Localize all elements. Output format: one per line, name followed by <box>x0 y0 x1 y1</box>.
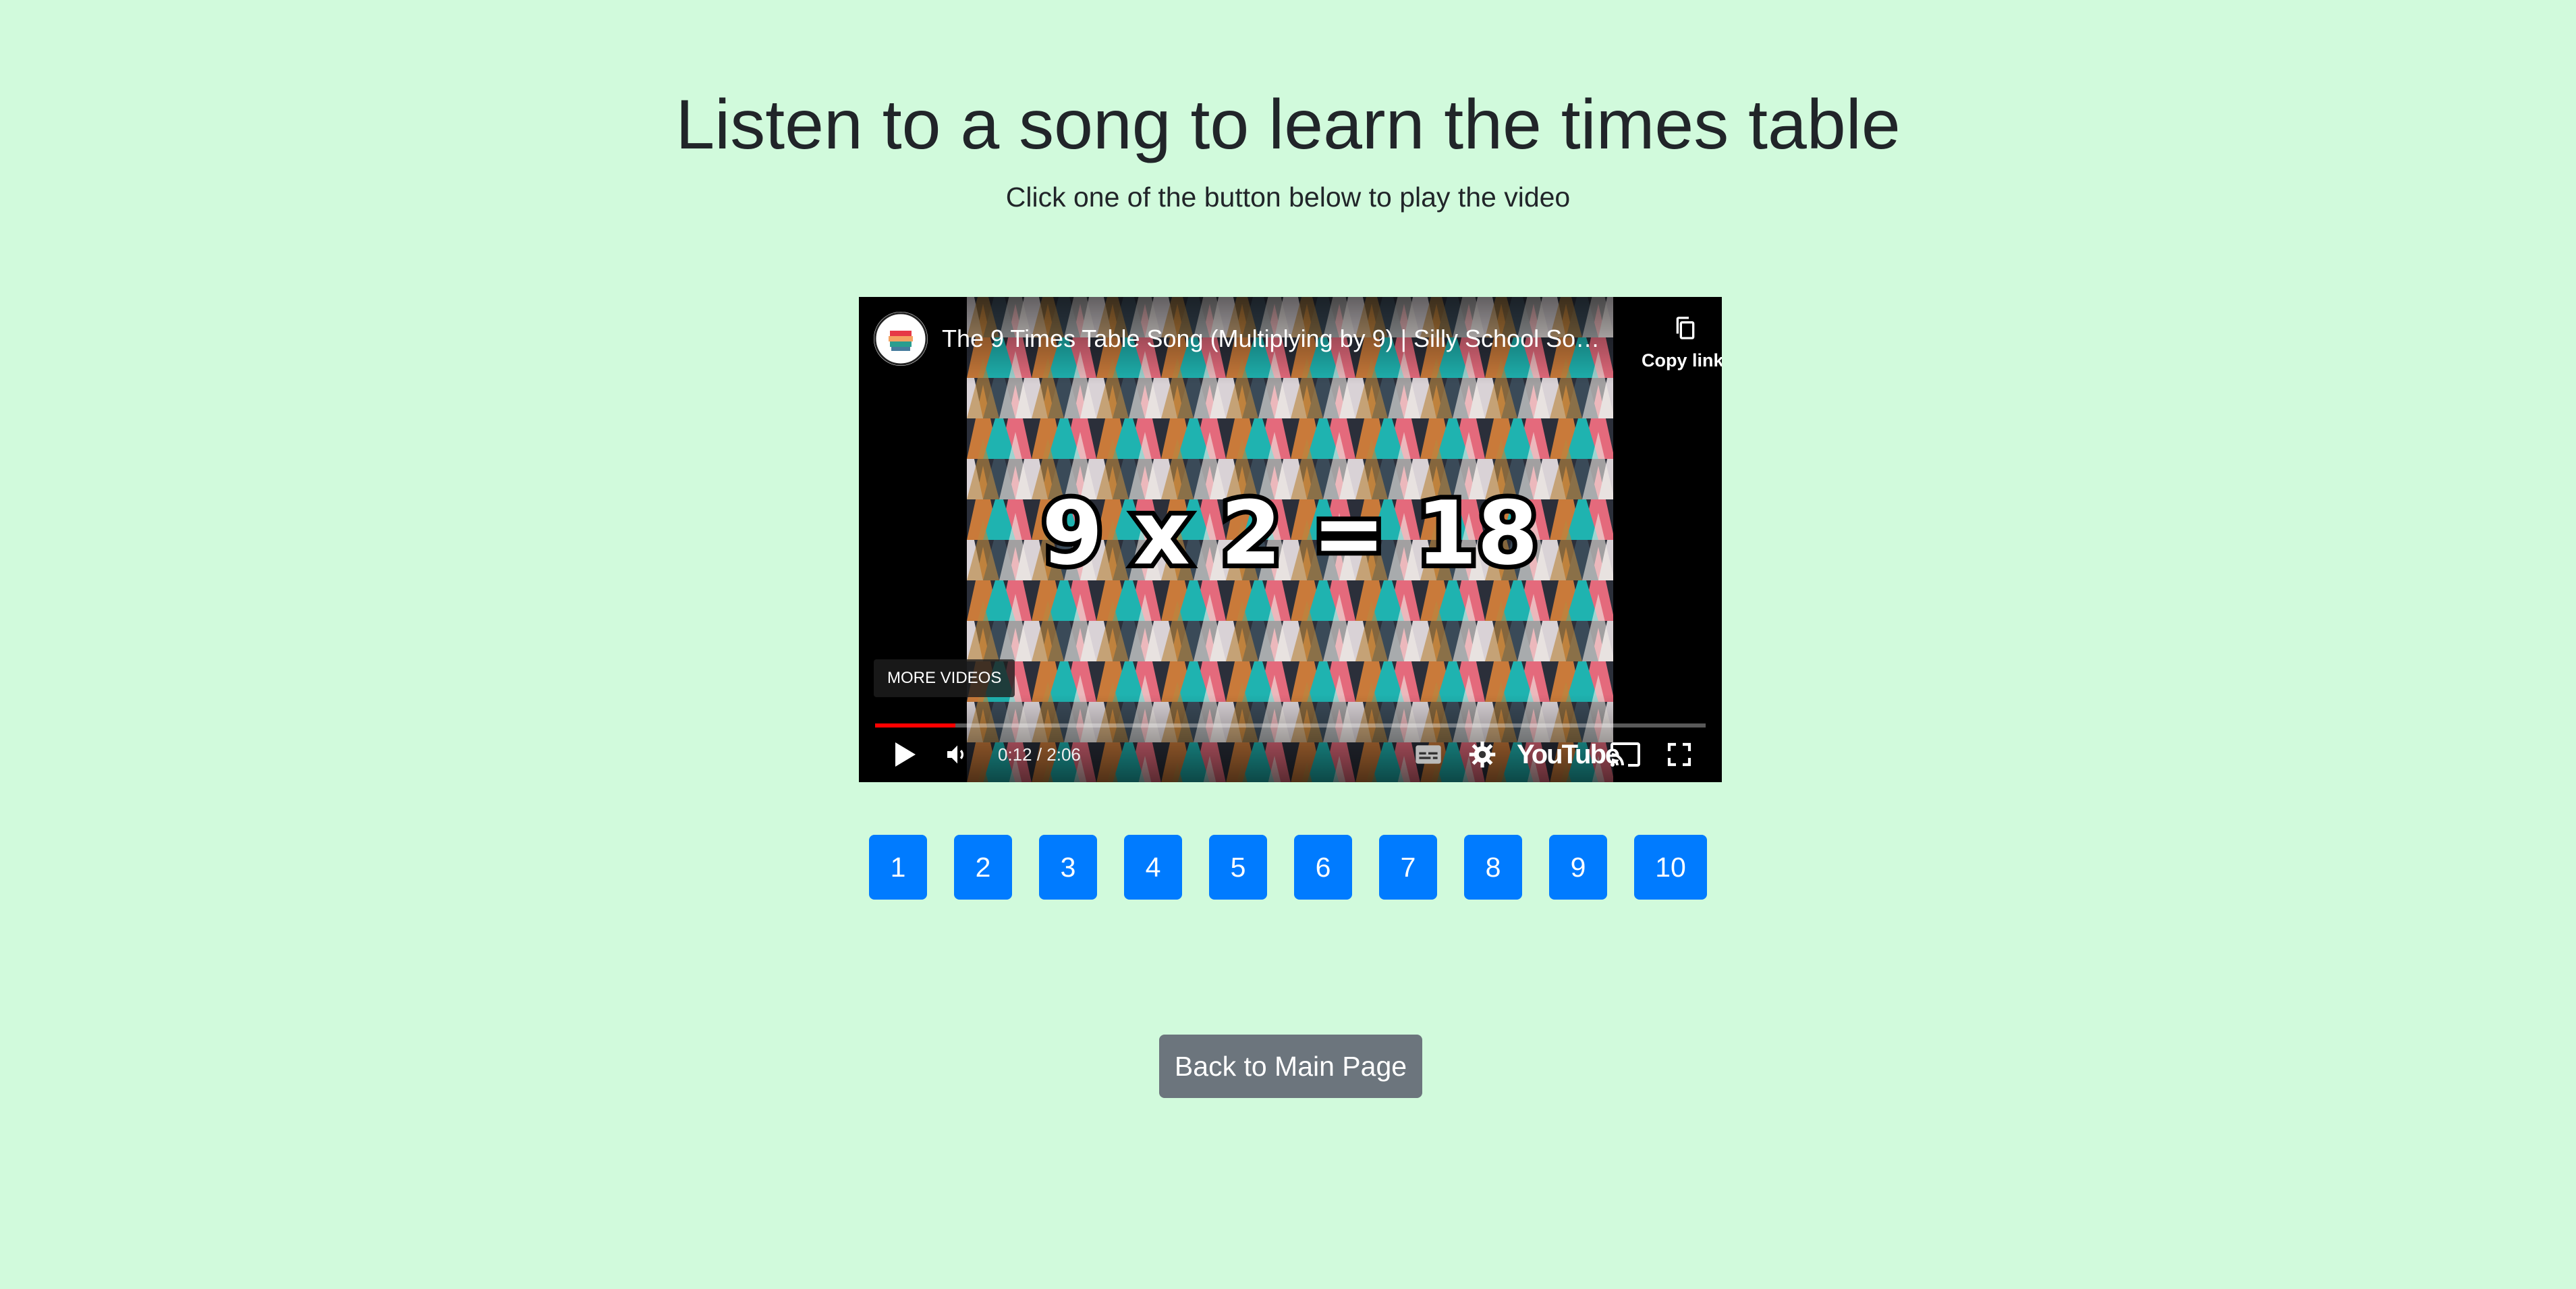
play-icon <box>895 742 916 767</box>
times-table-button-4[interactable]: 4 <box>1124 835 1182 900</box>
times-table-button-7[interactable]: 7 <box>1379 835 1437 900</box>
video-frame-text: 9 x 2 = 18 <box>1042 482 1538 584</box>
fullscreen-icon <box>1667 742 1691 767</box>
page-title: Listen to a song to learn the times tabl… <box>675 86 1901 164</box>
times-table-button-1[interactable]: 1 <box>869 835 927 900</box>
page: Listen to a song to learn the times tabl… <box>0 0 2576 1289</box>
back-to-main-button[interactable]: Back to Main Page <box>1159 1035 1422 1098</box>
progress-bar-fill <box>875 723 956 728</box>
times-table-button-5[interactable]: 5 <box>1209 835 1267 900</box>
times-table-button-2[interactable]: 2 <box>954 835 1012 900</box>
subtitles-button[interactable] <box>1408 736 1449 773</box>
subtitles-icon <box>1416 745 1441 764</box>
page-subtitle: Click one of the button below to play th… <box>1005 182 1571 213</box>
copy-link-button[interactable]: Copy link <box>1642 313 1722 372</box>
copy-icon <box>1676 317 1695 339</box>
times-table-buttons: 1 2 3 4 5 6 7 8 9 10 <box>0 835 2576 900</box>
copy-link-label: Copy link <box>1642 350 1722 371</box>
volume-icon <box>947 745 964 764</box>
fullscreen-button[interactable] <box>1659 736 1700 773</box>
times-table-button-10[interactable]: 10 <box>1634 835 1707 900</box>
times-table-button-9[interactable]: 9 <box>1549 835 1607 900</box>
progress-bar[interactable] <box>875 723 1706 728</box>
channel-logo-icon <box>874 312 928 366</box>
times-table-button-6[interactable]: 6 <box>1294 835 1352 900</box>
volume-button[interactable] <box>939 736 976 773</box>
video-title[interactable]: The 9 Times Table Song (Multiplying by 9… <box>942 324 1603 354</box>
times-table-button-3[interactable]: 3 <box>1039 835 1097 900</box>
time-display: 0:12 / 2:06 <box>998 744 1081 765</box>
settings-button[interactable] <box>1462 736 1503 773</box>
channel-avatar[interactable] <box>874 312 928 366</box>
times-table-button-8[interactable]: 8 <box>1464 835 1522 900</box>
cast-button[interactable] <box>1604 736 1647 773</box>
more-videos-button[interactable]: MORE VIDEOS <box>874 659 1015 697</box>
video-player[interactable]: 9 x 2 = 18 The 9 Times Table Song (Multi… <box>859 297 1722 782</box>
cast-icon <box>1611 742 1640 767</box>
play-button[interactable] <box>886 736 924 773</box>
settings-icon <box>1469 741 1496 768</box>
